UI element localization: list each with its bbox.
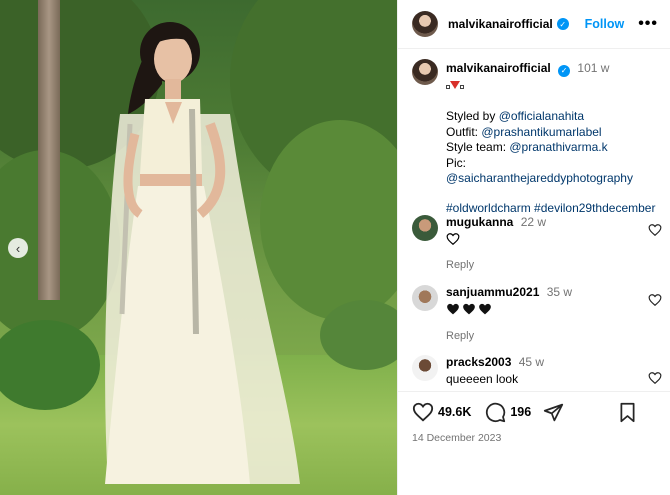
- tree-trunk: [38, 0, 60, 300]
- comment: mugukanna 22 w Reply: [412, 215, 662, 273]
- avatar[interactable]: [412, 11, 438, 37]
- pic-label: Pic:: [446, 155, 467, 170]
- caption: malvikanairofficial ✓ 101 w Styled by @o…: [398, 49, 670, 216]
- comments-count: 196: [510, 405, 532, 419]
- hashtag-link[interactable]: #oldworldcharm: [446, 201, 531, 215]
- style-team-label: Style team:: [446, 140, 510, 155]
- post-header: malvikanairofficial ✓ Follow •••: [398, 0, 670, 49]
- comment-username[interactable]: pracks2003: [446, 355, 511, 369]
- comment-button[interactable]: 196: [485, 402, 531, 423]
- style-team-link[interactable]: @pranathivarma.k: [509, 140, 607, 154]
- follow-button[interactable]: Follow: [585, 17, 625, 31]
- post-photo[interactable]: ‹: [0, 0, 397, 495]
- caption-time: 101 w: [577, 61, 610, 75]
- outfit-label: Outfit:: [446, 124, 482, 139]
- caption-username[interactable]: malvikanairofficial: [446, 61, 551, 75]
- avatar[interactable]: [412, 215, 438, 241]
- comment-username[interactable]: sanjuammu2021: [446, 285, 539, 299]
- like-comment-heart-icon[interactable]: [648, 223, 662, 237]
- comment-time: 35 w: [546, 285, 573, 299]
- heart-emoji-icon: [446, 233, 460, 246]
- verified-icon: ✓: [558, 64, 571, 77]
- avatar[interactable]: [412, 355, 438, 381]
- comment-text: queeeen look: [446, 372, 519, 386]
- post-sidebar: malvikanairofficial ✓ Follow ••• malvika…: [397, 0, 670, 495]
- hashtag-link[interactable]: #devilon29thdecember: [534, 201, 655, 215]
- save-button[interactable]: [618, 402, 637, 423]
- emoji-row: [446, 78, 656, 94]
- bookmark-icon: [620, 402, 635, 422]
- likes-count: 49.6K: [438, 405, 472, 419]
- black-heart-emoji-icon: [479, 303, 491, 315]
- caption-avatar[interactable]: [412, 59, 438, 85]
- comment-time: 22 w: [520, 215, 547, 229]
- woman-figure: [105, 22, 300, 484]
- share-button[interactable]: [543, 402, 564, 423]
- comment-text: [446, 302, 662, 319]
- comment-text: [446, 232, 662, 248]
- reply-button[interactable]: Reply: [446, 329, 662, 344]
- black-heart-emoji-icon: [447, 303, 459, 315]
- like-comment-heart-icon[interactable]: [648, 293, 662, 307]
- comment: sanjuammu2021 35 w Reply: [412, 285, 662, 344]
- comment-username[interactable]: mugukanna: [446, 215, 513, 229]
- pic-link[interactable]: @saicharanthejareddyphotography: [446, 171, 633, 185]
- styled-by-link[interactable]: @officialanahita: [499, 109, 584, 123]
- verified-icon: ✓: [556, 18, 569, 30]
- outfit-link[interactable]: @prashantikumarlabel: [481, 125, 601, 139]
- header-username[interactable]: malvikanairofficial: [448, 17, 553, 31]
- comment-time: 45 w: [518, 355, 545, 369]
- chevron-left-icon[interactable]: ‹: [8, 238, 28, 258]
- black-heart-emoji-icon: [463, 303, 475, 315]
- like-comment-heart-icon[interactable]: [648, 371, 662, 385]
- avatar[interactable]: [412, 285, 438, 311]
- post-actions: 49.6K 196 14 December 2023: [398, 391, 670, 495]
- reply-button[interactable]: Reply: [446, 258, 662, 273]
- styled-by-label: Styled by: [446, 109, 499, 124]
- like-button[interactable]: 49.6K: [412, 401, 471, 423]
- more-options-icon[interactable]: •••: [638, 15, 658, 33]
- comment: pracks2003 45 w queeeen look: [412, 355, 662, 387]
- share-icon: [544, 403, 564, 421]
- comment-icon: [486, 402, 506, 422]
- post-date: 14 December 2023: [412, 432, 502, 444]
- heart-icon: [412, 402, 434, 422]
